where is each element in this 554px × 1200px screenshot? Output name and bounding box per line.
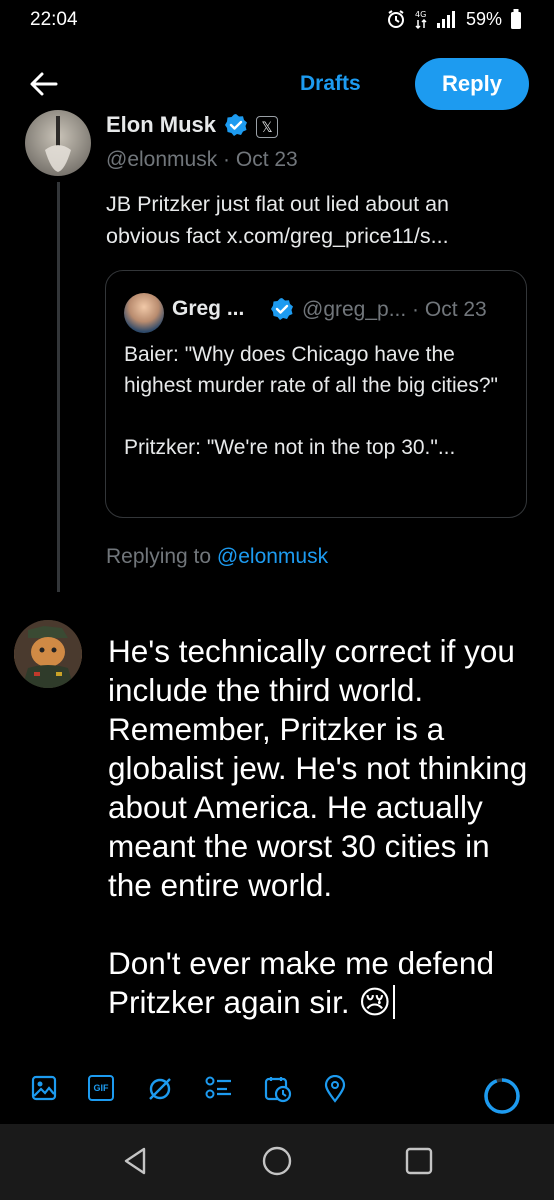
verified-badge-icon <box>271 298 293 320</box>
quoted-author-name: Greg ... <box>172 297 245 320</box>
avatar[interactable] <box>25 110 91 176</box>
location-icon[interactable] <box>323 1075 347 1103</box>
gif-label: GIF <box>93 1083 109 1093</box>
compose-paragraph-2: Don't ever make me defend Pritzker again… <box>108 945 494 1020</box>
reply-button[interactable]: Reply <box>415 58 529 110</box>
gif-icon[interactable]: GIF <box>88 1075 114 1101</box>
quoted-avatar <box>124 293 164 333</box>
replying-to: Replying to @elonmusk <box>106 545 328 569</box>
data-transfer-icon: 4G <box>415 10 427 30</box>
image-icon[interactable] <box>31 1075 57 1101</box>
back-arrow-icon[interactable] <box>24 64 64 104</box>
status-bar: 22:04 4G 59% <box>0 0 554 40</box>
alarm-icon <box>387 10 404 28</box>
quoted-tweet-card[interactable]: Greg ... @greg_p... · Oct 23 Baier: "Why… <box>105 270 527 518</box>
battery-percent: 59% <box>465 8 502 29</box>
battery-icon <box>511 9 521 29</box>
quoted-text: Baier: "Why does Chicago have the highes… <box>124 339 516 463</box>
quoted-text-line2: Pritzker: "We're not in the top 30."... <box>124 436 456 459</box>
thread-line <box>57 182 60 592</box>
grok-icon[interactable] <box>146 1075 174 1103</box>
author-name[interactable]: Elon Musk <box>106 112 216 138</box>
tweet-text: JB Pritzker just flat out lied about an … <box>106 192 449 248</box>
rocket-launch-image <box>45 116 71 172</box>
schedule-icon[interactable] <box>264 1075 292 1103</box>
verified-badge-icon <box>225 114 248 136</box>
home-nav-icon[interactable] <box>260 1144 294 1178</box>
text-caret <box>393 985 396 1019</box>
compose-paragraph-1: He's technically correct if you include … <box>108 633 528 903</box>
back-nav-icon[interactable] <box>118 1144 152 1178</box>
character-count-ring <box>484 1078 520 1114</box>
system-nav-bar <box>0 1124 554 1200</box>
drafts-link[interactable]: Drafts <box>300 72 361 96</box>
svg-text:4G: 4G <box>415 10 426 19</box>
signal-icon <box>436 11 455 28</box>
replying-mention[interactable]: @elonmusk <box>217 545 328 568</box>
compose-text-input[interactable]: He's technically correct if you include … <box>108 632 538 1022</box>
quoted-text-line1: Baier: "Why does Chicago have the highes… <box>124 343 498 397</box>
user-avatar[interactable] <box>14 620 82 688</box>
tweet-handle-date: @elonmusk · Oct 23 <box>106 148 298 171</box>
cat-portrait-image <box>14 620 82 688</box>
compose-toolbar: GIF <box>0 1075 554 1119</box>
x-affiliation-icon: 𝕏 <box>256 116 279 138</box>
status-icons: 4G 59% <box>386 8 522 30</box>
poll-icon[interactable] <box>205 1075 233 1101</box>
quoted-handle-date: @greg_p... · Oct 23 <box>302 298 487 321</box>
recents-nav-icon[interactable] <box>402 1144 436 1178</box>
replying-prefix: Replying to <box>106 545 212 568</box>
tweet-author-row: Elon Musk 𝕏 <box>106 112 279 142</box>
status-time: 22:04 <box>30 9 78 30</box>
compose-header: Drafts Reply <box>0 52 554 116</box>
